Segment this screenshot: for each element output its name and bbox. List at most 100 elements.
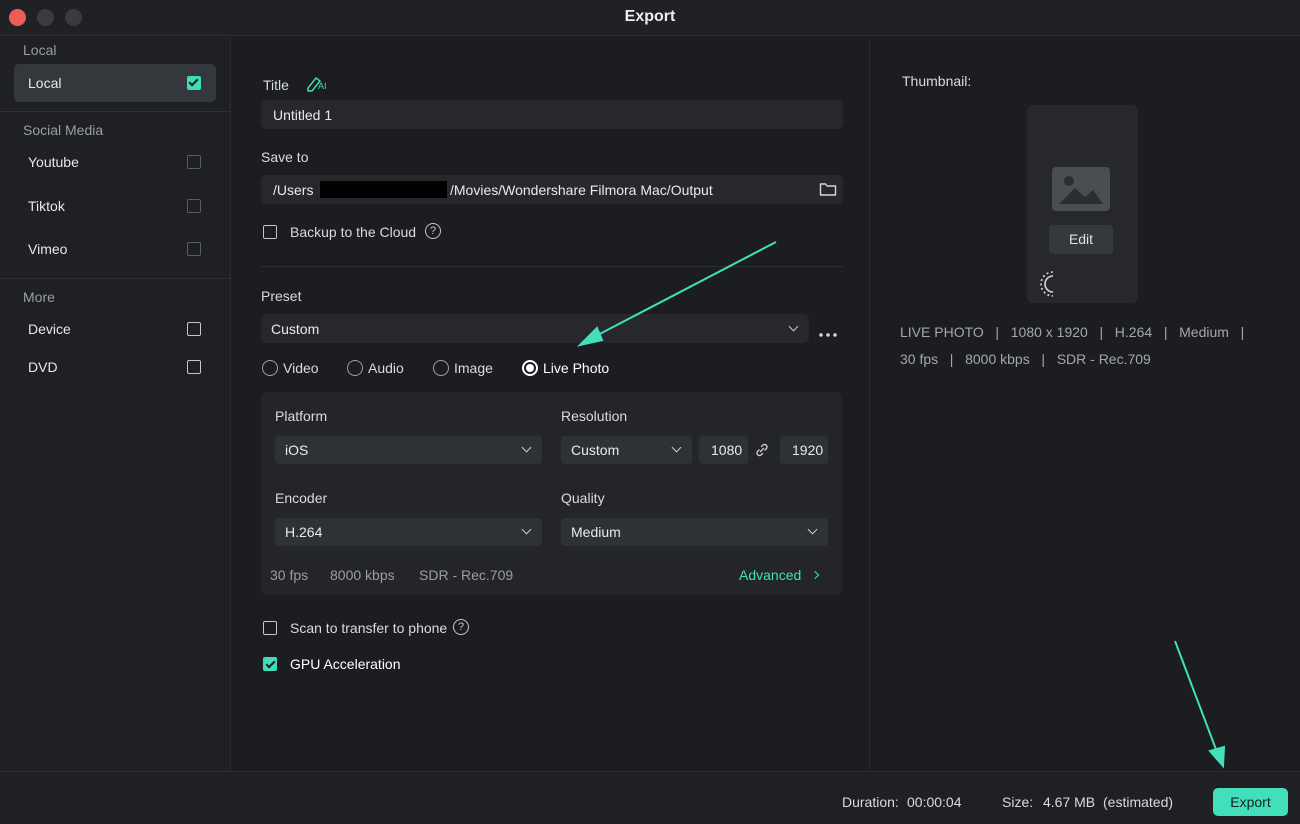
radio-image[interactable] (433, 360, 449, 376)
info-bitrate: 8000 kbps (330, 567, 395, 583)
advanced-link[interactable]: Advanced (739, 567, 820, 583)
resolution-width-input[interactable]: 1080 (699, 436, 748, 464)
ai-badge: AI (318, 81, 327, 91)
sidebar-item-label: Tiktok (28, 198, 65, 214)
footer-bar: Duration: 00:00:04 Size: 4.67 MB (estima… (0, 771, 1300, 824)
save-path-suffix: /Movies/Wondershare Filmora Mac/Output (450, 182, 713, 198)
sidebar-item-device[interactable]: Device (14, 310, 216, 348)
quality-select[interactable]: Medium (561, 518, 828, 546)
divider (261, 266, 843, 267)
chevron-down-icon (521, 442, 532, 453)
thumbnail-label: Thumbnail: (902, 73, 972, 89)
redacted-username (320, 181, 447, 198)
backup-cloud-checkbox[interactable] (263, 225, 277, 239)
size-label: Size: (1002, 794, 1034, 810)
youtube-checkbox[interactable] (187, 155, 201, 169)
encoder-label: Encoder (275, 490, 328, 506)
chevron-down-icon (521, 524, 532, 535)
image-placeholder-icon (1051, 166, 1111, 217)
sidebar-item-label: Local (28, 75, 62, 91)
thumbnail-card[interactable]: Edit (1027, 105, 1138, 303)
device-checkbox[interactable] (187, 322, 201, 336)
radio-live-photo-label: Live Photo (543, 360, 610, 376)
help-icon[interactable]: ? (425, 223, 441, 239)
sidebar-item-label: Youtube (28, 154, 79, 170)
gpu-acceleration-label: GPU Acceleration (290, 656, 401, 672)
title-bar: Export (0, 0, 1300, 36)
sidebar-item-label: Vimeo (28, 241, 68, 257)
summary-line-2: 30 fps | 8000 kbps | SDR - Rec.709 (900, 351, 1151, 367)
radio-audio-label: Audio (368, 360, 404, 376)
edit-thumbnail-button[interactable]: Edit (1049, 225, 1113, 254)
save-to-label: Save to (261, 149, 309, 165)
title-value: Untitled 1 (273, 107, 333, 123)
chevron-down-icon (788, 321, 799, 332)
resolution-width: 1080 (711, 442, 743, 458)
section-social-heading: Social Media (23, 122, 104, 138)
local-checkbox[interactable] (187, 76, 201, 90)
duration-value: 00:00:04 (907, 794, 962, 810)
resolution-select[interactable]: Custom (561, 436, 692, 464)
radio-video[interactable] (262, 360, 278, 376)
ai-pen-icon[interactable]: AI (305, 74, 329, 94)
divider (0, 278, 231, 279)
resolution-mode: Custom (571, 442, 620, 458)
radio-live-photo[interactable] (522, 360, 538, 376)
radio-image-label: Image (454, 360, 493, 376)
quality-value: Medium (571, 524, 621, 540)
folder-icon[interactable] (819, 181, 837, 200)
sidebar-item-tiktok[interactable]: Tiktok (14, 187, 216, 225)
size-value: 4.67 MB (1043, 794, 1096, 810)
summary-line-1: LIVE PHOTO | 1080 x 1920 | H.264 | Mediu… (900, 324, 1245, 340)
sidebar-item-vimeo[interactable]: Vimeo (14, 230, 216, 268)
section-local-heading: Local (23, 42, 57, 58)
preview-panel: Thumbnail: Edit LIVE PHOTO | 1080 x 1920… (869, 37, 1300, 771)
window-title: Export (624, 8, 676, 25)
save-path-prefix: /Users (273, 182, 314, 198)
resolution-label: Resolution (561, 408, 628, 424)
scan-transfer-label: Scan to transfer to phone (290, 620, 448, 636)
dvd-checkbox[interactable] (187, 360, 201, 374)
title-label: Title (263, 77, 289, 93)
export-button[interactable]: Export (1213, 788, 1288, 816)
format-settings-panel: Platform iOS Resolution Custom 1080 1920… (261, 392, 842, 595)
sidebar-item-label: Device (28, 321, 71, 337)
title-input[interactable]: Untitled 1 (261, 100, 843, 129)
preset-label: Preset (261, 288, 302, 304)
sidebar-item-label: DVD (28, 359, 58, 375)
export-settings: Title AI Untitled 1 Save to /Users /Movi… (232, 37, 869, 771)
info-fps: 30 fps (270, 567, 309, 583)
link-icon[interactable] (754, 442, 770, 463)
section-more-heading: More (23, 289, 55, 305)
resolution-height-input[interactable]: 1920 (780, 436, 828, 464)
scan-transfer-checkbox[interactable] (263, 621, 277, 635)
live-photo-icon (1039, 269, 1066, 304)
resolution-height: 1920 (792, 442, 824, 458)
chevron-right-icon (810, 570, 820, 580)
vimeo-checkbox[interactable] (187, 242, 201, 256)
size-note: (estimated) (1103, 794, 1174, 810)
divider (0, 111, 231, 112)
advanced-label: Advanced (739, 567, 802, 583)
platform-select[interactable]: iOS (275, 436, 542, 464)
save-path-field[interactable]: /Users /Movies/Wondershare Filmora Mac/O… (261, 175, 843, 204)
radio-video-label: Video (283, 360, 319, 376)
preset-select[interactable]: Custom (261, 314, 809, 343)
info-color: SDR - Rec.709 (419, 567, 514, 583)
backup-cloud-label: Backup to the Cloud (290, 224, 417, 240)
gpu-acceleration-checkbox[interactable] (263, 657, 277, 671)
help-icon[interactable]: ? (453, 619, 469, 635)
sidebar: Local Local Social Media Youtube Tiktok … (0, 37, 231, 771)
radio-audio[interactable] (347, 360, 363, 376)
platform-value: iOS (285, 442, 309, 458)
quality-label: Quality (561, 490, 605, 506)
encoder-select[interactable]: H.264 (275, 518, 542, 546)
sidebar-item-local[interactable]: Local (14, 64, 216, 102)
platform-label: Platform (275, 408, 328, 424)
chevron-down-icon (671, 442, 682, 453)
sidebar-item-dvd[interactable]: DVD (14, 348, 216, 386)
preset-value: Custom (271, 321, 320, 337)
tiktok-checkbox[interactable] (187, 199, 201, 213)
more-dots-icon[interactable] (818, 325, 838, 343)
sidebar-item-youtube[interactable]: Youtube (14, 143, 216, 181)
